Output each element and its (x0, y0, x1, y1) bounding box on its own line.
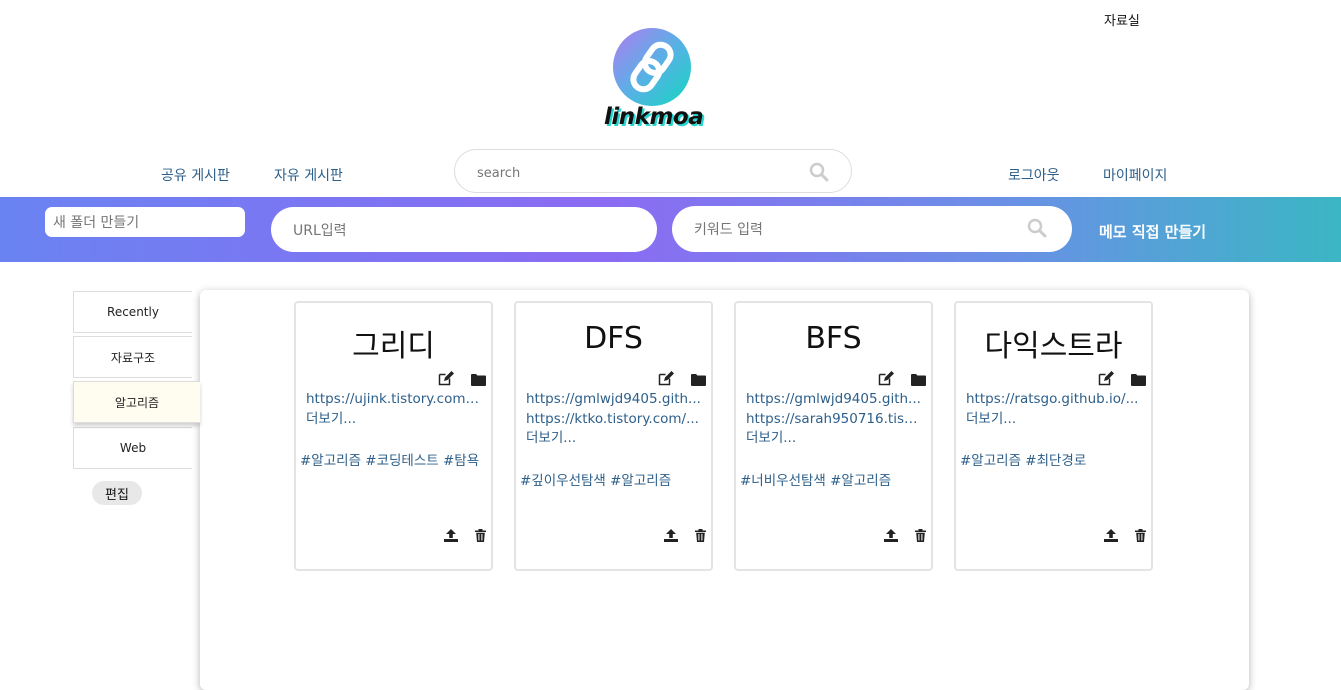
sidebar-item-web[interactable]: Web (73, 427, 192, 469)
card-link[interactable]: https://ujink.tistory.com/... (306, 390, 482, 410)
search-input[interactable] (475, 161, 799, 185)
card-more-link[interactable]: 더보기... (526, 429, 702, 449)
folder-icon[interactable] (691, 371, 707, 390)
search-icon[interactable] (1027, 218, 1047, 242)
sidebar-item-label: 알고리즘 (114, 395, 160, 410)
card-tags: #알고리즘 #코딩테스트 #탐욕 (300, 453, 480, 469)
keyword-input[interactable] (692, 218, 1016, 242)
folder-icon[interactable] (471, 371, 487, 390)
folder-icon[interactable] (911, 371, 927, 390)
mypage-link[interactable]: 마이페이지 (1103, 165, 1167, 185)
share-upload-icon[interactable] (444, 527, 458, 546)
share-upload-icon[interactable] (1104, 527, 1118, 546)
edit-folders-button[interactable]: 편집 (92, 481, 142, 505)
edit-icon[interactable] (1098, 371, 1114, 390)
edit-icon[interactable] (438, 371, 454, 390)
create-memo-button[interactable]: 메모 직접 만들기 (1099, 221, 1206, 242)
trash-icon[interactable] (695, 527, 707, 546)
search-icon[interactable] (809, 162, 829, 186)
keyword-box (672, 206, 1072, 252)
card-links: https://gmlwjd9405.gith... https://ktko.… (526, 390, 702, 449)
trash-icon[interactable] (475, 527, 487, 546)
share-upload-icon[interactable] (884, 527, 898, 546)
memo-card[interactable]: BFS https://gmlwjd9405.gith... https://s… (734, 301, 933, 571)
sidebar-item-label: Recently (107, 305, 159, 319)
memo-card[interactable]: DFS https://gmlwjd9405.gith... https://k… (514, 301, 713, 571)
url-box (271, 207, 657, 252)
new-folder-input[interactable] (51, 211, 240, 235)
card-link[interactable]: https://sarah950716.tist... (746, 410, 922, 430)
card-links: https://ratsgo.github.io/... 더보기... (966, 390, 1142, 429)
card-link[interactable]: https://gmlwjd9405.gith... (526, 390, 702, 410)
nav-shared-board[interactable]: 공유 게시판 (161, 165, 230, 185)
memo-card[interactable]: 그리디 https://ujink.tistory.com/... 더보기...… (294, 301, 493, 571)
card-links: https://gmlwjd9405.gith... https://sarah… (746, 390, 922, 449)
card-tags: #알고리즘 #최단경로 (960, 453, 1087, 469)
sidebar-item-recently[interactable]: Recently (73, 291, 192, 333)
share-upload-icon[interactable] (664, 527, 678, 546)
sidebar-item-label: Web (119, 441, 147, 455)
edit-icon[interactable] (878, 371, 894, 390)
card-link[interactable]: https://gmlwjd9405.gith... (746, 390, 922, 410)
logo-text: linkmoa (604, 104, 704, 130)
search-box (454, 149, 852, 193)
folder-icon[interactable] (1131, 371, 1147, 390)
sidebar-item-algorithm[interactable]: 알고리즘 (73, 381, 200, 423)
card-links: https://ujink.tistory.com/... 더보기... (306, 390, 482, 429)
link-chain-icon (613, 28, 691, 106)
sidebar-item-label: 자료구조 (110, 350, 156, 365)
edit-icon[interactable] (658, 371, 674, 390)
card-title: 다익스트라 (984, 329, 1123, 364)
card-title: DFS (584, 321, 643, 356)
card-title: BFS (805, 321, 862, 356)
memo-card[interactable]: 다익스트라 https://ratsgo.github.io/... 더보기..… (954, 301, 1153, 571)
card-more-link[interactable]: 더보기... (306, 410, 482, 430)
new-folder-box (45, 207, 245, 237)
logo[interactable]: linkmoa (604, 28, 704, 132)
card-link[interactable]: https://ktko.tistory.com/... (526, 410, 702, 430)
nav-free-board[interactable]: 자유 게시판 (274, 165, 343, 185)
card-more-link[interactable]: 더보기... (746, 429, 922, 449)
card-more-link[interactable]: 더보기... (966, 410, 1142, 430)
sidebar-item-data-structure[interactable]: 자료구조 (73, 336, 192, 378)
card-tags: #너비우선탐색 #알고리즘 (740, 473, 892, 489)
card-tags: #깊이우선탐색 #알고리즘 (520, 473, 672, 489)
trash-icon[interactable] (1135, 527, 1147, 546)
card-title: 그리디 (352, 329, 435, 364)
logout-link[interactable]: 로그아웃 (1008, 165, 1060, 185)
card-link[interactable]: https://ratsgo.github.io/... (966, 390, 1142, 410)
trash-icon[interactable] (915, 527, 927, 546)
archive-link[interactable]: 자료실 (1104, 10, 1140, 29)
url-input[interactable] (291, 219, 635, 243)
